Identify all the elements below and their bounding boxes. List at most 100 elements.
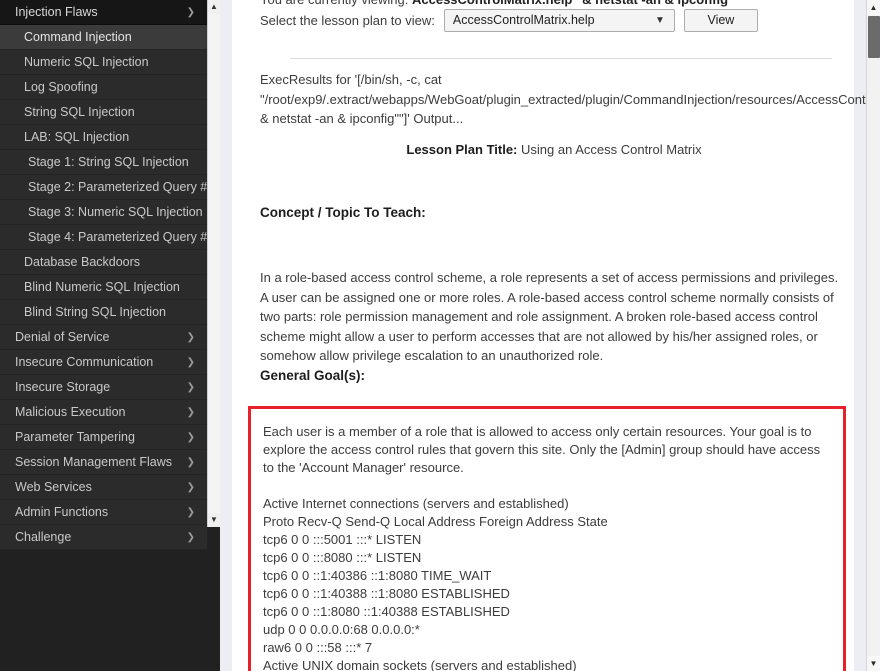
sidebar-scroll-track[interactable] [208, 14, 220, 513]
sidebar-group-web-services[interactable]: Web Services ❯ [0, 475, 207, 500]
page-scrollbar[interactable]: ▲ ▼ [866, 0, 880, 671]
sidebar-group-challenge[interactable]: Challenge ❯ [0, 525, 207, 550]
currently-viewing-line: You are currently viewing: AccessControl… [260, 0, 728, 7]
concept-heading: Concept / Topic To Teach: [260, 205, 426, 220]
chevron-right-icon: ❯ [186, 432, 195, 443]
lesson-plan-selector-row: Select the lesson plan to view: AccessCo… [260, 9, 758, 32]
sidebar-item-label: Stage 1: String SQL Injection [28, 155, 189, 169]
sidebar-item-command-injection[interactable]: Command Injection [0, 25, 207, 50]
sidebar-group-label: Web Services [15, 480, 92, 494]
sidebar-item-stage-2-parameterized-query-1[interactable]: Stage 2: Parameterized Query #1 [0, 175, 207, 200]
chevron-down-icon[interactable]: ▼ [208, 513, 220, 527]
sidebar-item-numeric-sql-injection[interactable]: Numeric SQL Injection [0, 50, 207, 75]
sidebar-group-session-management-flaws[interactable]: Session Management Flaws ❯ [0, 450, 207, 475]
chevron-right-icon: ❯ [186, 357, 195, 368]
chevron-right-icon: ❯ [186, 332, 195, 343]
sidebar-item-string-sql-injection[interactable]: String SQL Injection [0, 100, 207, 125]
sidebar-group-malicious-execution[interactable]: Malicious Execution ❯ [0, 400, 207, 425]
separator-rule [290, 58, 832, 59]
sidebar-group-label: Challenge [15, 530, 72, 544]
netstat-line: udp 0 0 0.0.0.0:68 0.0.0.0:* [263, 622, 420, 637]
sidebar-group-label: Admin Functions [15, 505, 109, 519]
sidebar-group-label: Malicious Execution [15, 405, 126, 419]
sidebar-scrollbar[interactable]: ▲ ▼ [207, 0, 220, 527]
page-scroll-track[interactable] [867, 15, 880, 656]
currently-viewing-prefix: You are currently viewing: [260, 0, 412, 7]
netstat-line: Active UNIX domain sockets (servers and … [263, 658, 577, 671]
sidebar-item-lab-sql-injection[interactable]: LAB: SQL Injection [0, 125, 207, 150]
netstat-line: Proto Recv-Q Send-Q Local Address Foreig… [263, 514, 608, 529]
sidebar-item-stage-1-string-sql-injection[interactable]: Stage 1: String SQL Injection [0, 150, 207, 175]
netstat-line: tcp6 0 0 ::1:40386 ::1:8080 TIME_WAIT [263, 568, 492, 583]
chevron-right-icon: ❯ [186, 507, 195, 518]
sidebar-item-container: Command Injection Numeric SQL Injection Lo… [0, 25, 207, 325]
sidebar-section-header-injection-flaws[interactable]: Injection Flaws ❯ [0, 0, 207, 25]
sidebar-group-parameter-tampering[interactable]: Parameter Tampering ❯ [0, 425, 207, 450]
chevron-right-icon: ❯ [186, 482, 195, 493]
sidebar-group-insecure-storage[interactable]: Insecure Storage ❯ [0, 375, 207, 400]
general-goals-heading: General Goal(s): [260, 367, 366, 383]
lesson-plan-select[interactable]: AccessControlMatrix.help ▼ [443, 9, 675, 32]
sidebar-item-blind-string-sql-injection[interactable]: Blind String SQL Injection [0, 300, 207, 325]
exec-results-text: ExecResults for '[/bin/sh, -c, cat "/roo… [260, 72, 866, 126]
sidebar-group-denial-of-service[interactable]: Denial of Service ❯ [0, 325, 207, 350]
chevron-right-icon: ❯ [186, 407, 195, 418]
chevron-up-icon[interactable]: ▲ [208, 0, 220, 14]
sidebar-group-label: Denial of Service [15, 330, 110, 344]
sidebar-item-stage-4-parameterized-query-2[interactable]: Stage 4: Parameterized Query #2 [0, 225, 207, 250]
sidebar-group-label: Insecure Storage [15, 380, 111, 394]
sidebar-item-label: Database Backdoors [24, 255, 141, 269]
sidebar-group-label: Insecure Communication [15, 355, 154, 369]
sidebar-group-container: Denial of Service ❯ Insecure Communication… [0, 325, 207, 550]
sidebar-item-label: Stage 4: Parameterized Query #2 [28, 230, 207, 244]
lesson-plan-select-label: Select the lesson plan to view: [260, 13, 435, 28]
currently-viewing-value: AccessControlMatrix.help" & netstat -an … [412, 0, 728, 7]
lesson-plan-title-value: Using an Access Control Matrix [517, 142, 702, 157]
sidebar-item-blind-numeric-sql-injection[interactable]: Blind Numeric SQL Injection [0, 275, 207, 300]
sidebar-item-label: Stage 2: Parameterized Query #1 [28, 180, 207, 194]
chevron-right-icon: ❯ [186, 7, 195, 18]
concept-body-text: In a role-based access control scheme, a… [260, 270, 839, 363]
sidebar-group-insecure-communication[interactable]: Insecure Communication ❯ [0, 350, 207, 375]
chevron-right-icon: ❯ [186, 532, 195, 543]
sidebar: Injection Flaws ❯ Command Injection Numer… [0, 0, 220, 671]
lesson-plan-select-value: AccessControlMatrix.help [452, 13, 595, 27]
lesson-plan-title-label: Lesson Plan Title: [406, 142, 518, 157]
view-button[interactable]: View [683, 9, 758, 32]
chevron-down-icon[interactable]: ▼ [867, 656, 880, 671]
sidebar-group-label: Session Management Flaws [15, 455, 173, 469]
sidebar-item-log-spoofing[interactable]: Log Spoofing [0, 75, 207, 100]
chevron-right-icon: ❯ [186, 382, 195, 393]
netstat-line: raw6 0 0 :::58 :::* 7 [263, 640, 373, 655]
netstat-line: Active Internet connections (servers and… [263, 496, 569, 511]
concept-body: In a role-based access control scheme, a… [260, 268, 848, 385]
sidebar-item-label: Log Spoofing [24, 80, 98, 94]
sidebar-item-database-backdoors[interactable]: Database Backdoors [0, 250, 207, 275]
netstat-line: tcp6 0 0 :::8080 :::* LISTEN [263, 550, 422, 565]
highlighted-goal-content: Each user is a member of a role that is … [251, 409, 843, 671]
chevron-down-icon: ▼ [654, 15, 665, 26]
sidebar-group-admin-functions[interactable]: Admin Functions ❯ [0, 500, 207, 525]
netstat-output: Active Internet connections (servers and… [263, 495, 831, 671]
app-root: Injection Flaws ❯ Command Injection Numer… [0, 0, 880, 671]
sidebar-item-label: LAB: SQL Injection [24, 130, 130, 144]
sidebar-item-label: String SQL Injection [24, 105, 135, 119]
sidebar-item-label: Blind Numeric SQL Injection [24, 280, 180, 294]
page-body: You are currently viewing: AccessControl… [220, 0, 866, 671]
lesson-plan-title: Lesson Plan Title: Using an Access Contr… [260, 142, 848, 157]
sidebar-section-header-label: Injection Flaws [15, 5, 98, 19]
scroll-thumb[interactable] [868, 16, 880, 58]
lesson-plan-card: You are currently viewing: AccessControl… [232, 0, 866, 671]
netstat-line: tcp6 0 0 :::5001 :::* LISTEN [263, 532, 422, 547]
highlighted-goal-box: Each user is a member of a role that is … [248, 406, 846, 671]
sidebar-group-label: Parameter Tampering [15, 430, 135, 444]
goal-paragraph: Each user is a member of a role that is … [263, 424, 821, 475]
sidebar-item-label: Numeric SQL Injection [24, 55, 149, 69]
sidebar-nav-list: Injection Flaws ❯ Command Injection Numer… [0, 0, 207, 550]
sidebar-item-stage-3-numeric-sql-injection[interactable]: Stage 3: Numeric SQL Injection [0, 200, 207, 225]
netstat-line: tcp6 0 0 ::1:8080 ::1:40388 ESTABLISHED [263, 604, 510, 619]
chevron-right-icon: ❯ [186, 457, 195, 468]
sidebar-item-label: Stage 3: Numeric SQL Injection [28, 205, 203, 219]
netstat-line: tcp6 0 0 ::1:40388 ::1:8080 ESTABLISHED [263, 586, 510, 601]
chevron-up-icon[interactable]: ▲ [867, 0, 880, 15]
